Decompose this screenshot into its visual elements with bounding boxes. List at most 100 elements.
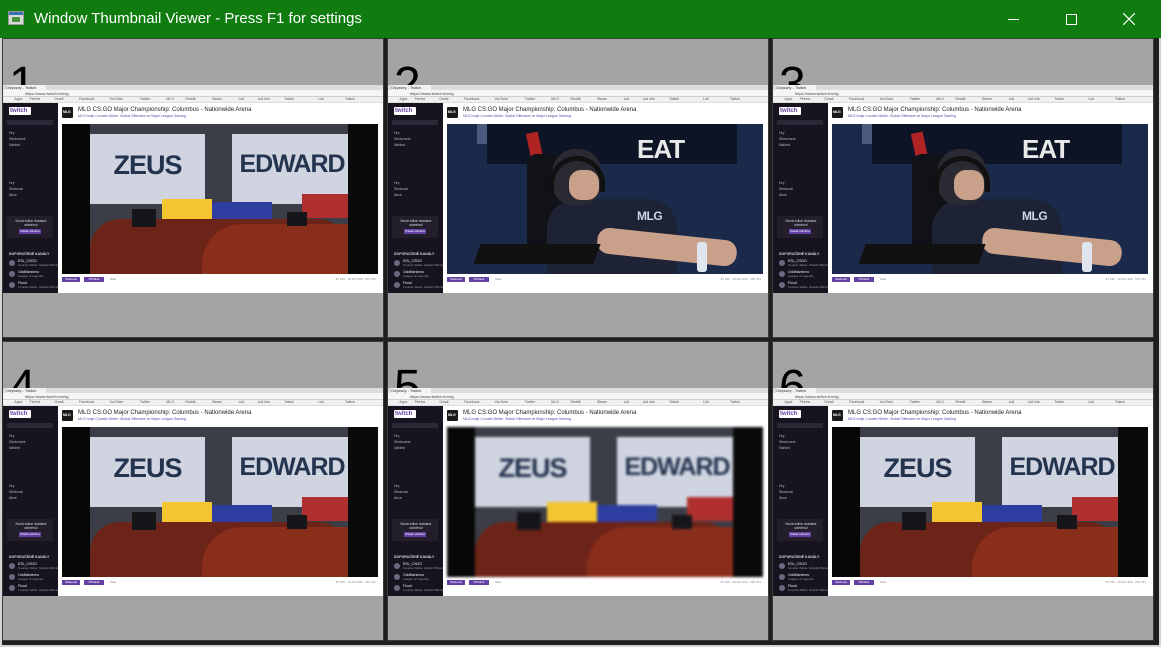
promo-box: Nová edice dostane odměnu! Získat odměnu (7, 216, 53, 238)
address-bar: https://www.twitch.tv/mlg (773, 90, 1153, 97)
twitch-logo-text: twitch (10, 108, 28, 114)
channel-logo-text: MLG (63, 413, 71, 417)
bookmark-item: Lidl Info (642, 97, 655, 101)
channel-item: OddMarshmo League of Legends (394, 270, 440, 279)
bookmark-item: Twitch (345, 400, 355, 404)
twitch-logo: twitch (9, 107, 31, 115)
url-text: https://www.twitch.tv/mlg (410, 90, 454, 96)
team-banner (872, 124, 1122, 164)
channel-item: OddMarshmo League of Legends (779, 573, 825, 582)
close-button[interactable] (1106, 0, 1152, 38)
bookmark-item: Twitch (730, 97, 740, 101)
title-bar[interactable]: Window Thumbnail Viewer - Press F1 for s… (0, 0, 1161, 38)
water-bottle (697, 242, 707, 272)
channel-item: ESL_CSGO Counter-Strike: Global Offensiv… (9, 259, 61, 268)
window-thumbnail[interactable]: Odyssey - Twitch https://www.twitch.tv/m… (3, 85, 383, 293)
bookmark-item: Reddit (185, 400, 196, 404)
jersey-text: MLG (1022, 209, 1048, 223)
bookmark-item: MLG (551, 97, 559, 101)
stream-stats: 87 195 · 40 522 300 · 587 761 (720, 277, 761, 281)
maximize-button[interactable] (1048, 0, 1094, 38)
sidebar-item: Sledovat (9, 187, 23, 191)
bookmark-item: YouTube (879, 400, 894, 404)
window-thumbnail[interactable]: Odyssey - Twitch https://www.twitch.tv/m… (773, 388, 1153, 596)
twitch-logo: twitch (779, 107, 801, 115)
stream-page: MLG MLG CS:GO Major Championship: Columb… (443, 103, 768, 293)
thumbnail-cell-1[interactable]: 1 Odyssey - Twitch https://www.twitch.tv… (2, 38, 384, 338)
video-letterbox-left (832, 427, 860, 577)
thumbnail-cell-4[interactable]: 4 Odyssey - Twitch https://www.twitch.tv… (2, 341, 384, 641)
promo-button: Získat odměnu (404, 229, 426, 234)
thumbnail-cell-3[interactable]: 3 Odyssey - Twitch https://www.twitch.tv… (772, 38, 1154, 338)
bookmark-item: Firefox (414, 400, 426, 404)
video-letterbox-right (348, 124, 378, 274)
avatar (9, 563, 15, 569)
minimize-button[interactable] (990, 0, 1036, 38)
bookmark-item: Facebook (79, 97, 95, 101)
stream-title: MLG CS:GO Major Championship: Columbus -… (848, 107, 1022, 113)
sidebar-item: Hry (9, 181, 15, 185)
follow-button: Sledovat (62, 580, 80, 585)
channel-logo: MLG (832, 107, 843, 118)
channel-item: Flood Counter-Strike: Global Offensive (394, 584, 446, 593)
sidebar-item: Náhled (9, 143, 21, 147)
bookmark-item: Firefox (799, 97, 811, 101)
bookmark-item: Apps (399, 400, 408, 404)
channel-item: OddMarshmo League of Legends (9, 270, 55, 279)
follow-button: Sledovat (447, 580, 465, 585)
sidebar-item: Hry (394, 484, 400, 488)
recommended-label: DOPORUČENÉ KANÁLY (779, 555, 820, 559)
sidebar-item: Akce (394, 496, 402, 500)
sidebar-item: Náhled (779, 143, 791, 147)
sidebar-item: Sledovat (394, 187, 408, 191)
bookmark-item: Lidl (703, 400, 709, 404)
stream-title: MLG CS:GO Major Championship: Columbus -… (463, 410, 637, 416)
sign-left: ZEUS (860, 437, 975, 507)
more-menu: Více (495, 277, 502, 281)
address-bar: https://www.twitch.tv/mlg (3, 90, 383, 97)
sidebar-item: Náhled (779, 446, 791, 450)
subscribe-button: Přihlásit (854, 277, 874, 282)
sidebar-item: Hry (9, 131, 15, 135)
sidebar-item: Hry (779, 484, 785, 488)
thumbnail-cell-2[interactable]: 2 Odyssey - Twitch https://www.twitch.tv… (387, 38, 769, 338)
twitch-logo-text: twitch (10, 411, 28, 417)
banner-text: EAT (1022, 134, 1070, 164)
stream-page: MLG MLG CS:GO Major Championship: Columb… (58, 103, 383, 293)
window-thumbnail[interactable]: Odyssey - Twitch https://www.twitch.tv/m… (388, 85, 768, 293)
twitch-sidebar: twitch Hry Sledované Náhled Hry Sledovat… (388, 406, 446, 596)
bookmark-item: Steam (597, 400, 608, 404)
sidebar-item: Hry (394, 181, 400, 185)
bookmark-item: Lidl Info (1027, 97, 1040, 101)
window-thumbnail[interactable]: Odyssey - Twitch https://www.twitch.tv/m… (388, 388, 768, 596)
recommended-label: DOPORUČENÉ KANÁLY (394, 252, 435, 256)
channel-game: Counter-Strike: Global Offensive (18, 263, 62, 267)
follow-button: Sledovat (832, 277, 850, 282)
bookmark-item: Twitch (1054, 400, 1065, 404)
bookmark-item: Firefox (29, 97, 41, 101)
promo-text: Nová edice dostane odměnu! (15, 522, 47, 530)
stream-action-bar: Sledovat Přihlásit Více 87 195 · 40 522 … (832, 579, 1148, 587)
thumbnail-cell-6[interactable]: 6 Odyssey - Twitch https://www.twitch.tv… (772, 341, 1154, 641)
stream-action-bar: Sledovat Přihlásit Více 87 195 · 40 522 … (447, 276, 763, 284)
sidebar-item: Hry (779, 434, 785, 438)
bookmark-item: Lidl (318, 400, 324, 404)
bookmark-item: Firefox (29, 400, 41, 404)
bookmark-item: Twitter (139, 97, 151, 101)
bookmark-item: Steam (982, 400, 993, 404)
avatar (394, 563, 400, 569)
promo-text: Nová edice dostane odměnu! (785, 522, 817, 530)
thumbnail-cell-5[interactable]: 5 Odyssey - Twitch https://www.twitch.tv… (387, 341, 769, 641)
sidebar-item: Náhled (9, 446, 21, 450)
stream-title: MLG CS:GO Major Championship: Columbus -… (78, 410, 252, 416)
promo-button: Získat odměnu (19, 532, 41, 537)
stream-subtitle: MLG hraje Counter-Strike: Global Offensi… (78, 417, 186, 421)
window-thumbnail[interactable]: Odyssey - Twitch https://www.twitch.tv/m… (3, 388, 383, 596)
avatar (779, 282, 785, 288)
promo-button: Získat odměnu (19, 229, 41, 234)
desk-monitor (517, 512, 541, 530)
bookmark-item: YouTube (109, 400, 124, 404)
twitch-search (7, 423, 53, 428)
promo-box: Nová edice dostane odměnu! Získat odměnu (392, 216, 438, 238)
window-thumbnail[interactable]: Odyssey - Twitch https://www.twitch.tv/m… (773, 85, 1153, 293)
